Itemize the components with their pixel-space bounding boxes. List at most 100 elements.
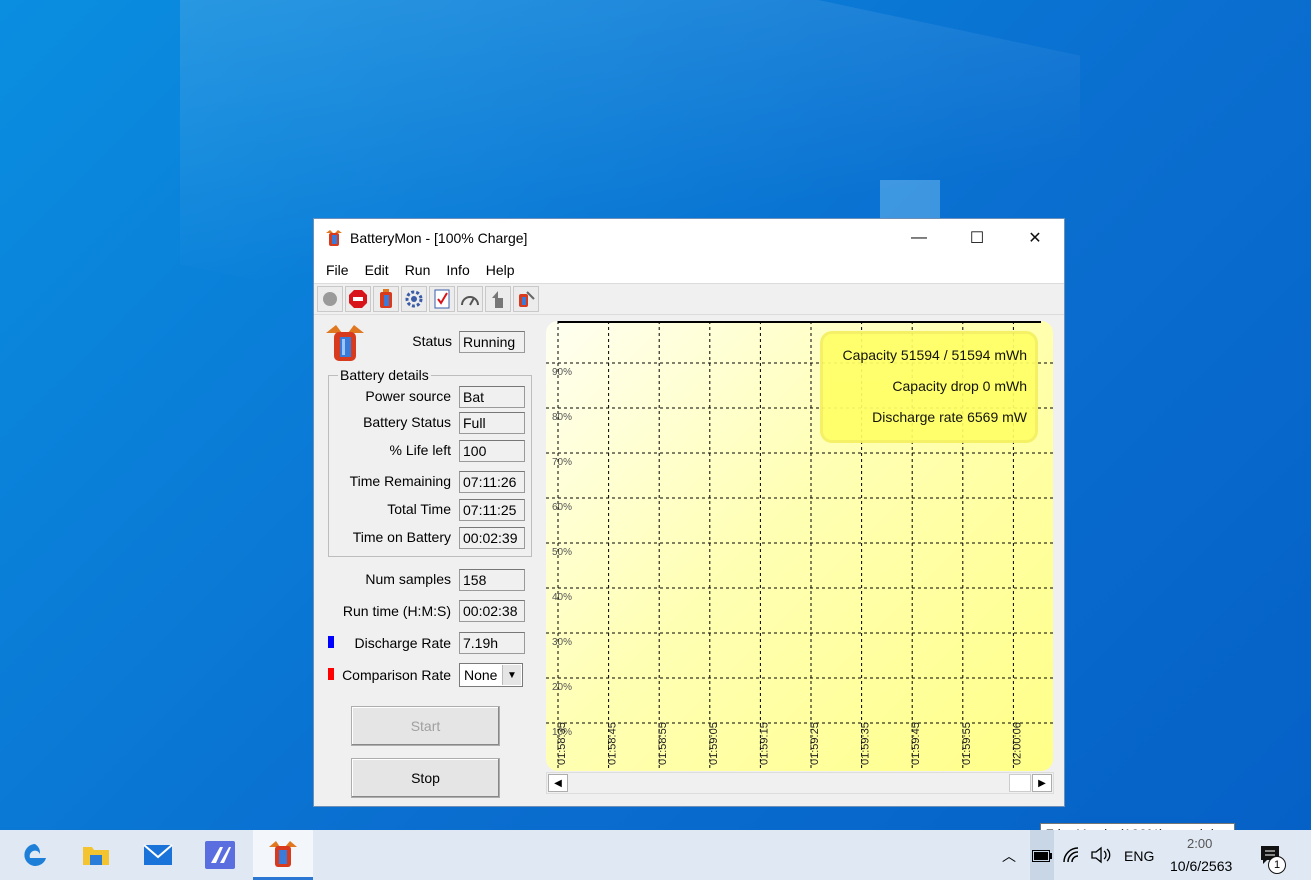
num-samples-field: 158	[459, 569, 525, 591]
battery-tray-icon	[1032, 850, 1052, 862]
chart-info-box: Capacity 51594 / 51594 mWh Capacity drop…	[820, 331, 1038, 443]
chevron-up-icon[interactable]: ︿	[1002, 846, 1016, 866]
x-tick-label: 01:59:15	[758, 722, 770, 765]
taskbar: ︿ ENG 2:00 10/6/2563 1	[0, 830, 1311, 880]
checklist-button[interactable]	[429, 286, 455, 312]
menu-file[interactable]: File	[318, 262, 357, 278]
num-samples-label: Num samples	[365, 571, 451, 587]
comparison-rate-label: Comparison Rate	[342, 667, 451, 683]
run-time-label: Run time (H:M:S)	[342, 603, 451, 619]
battery-info-button[interactable]	[373, 286, 399, 312]
toolbar	[314, 283, 1064, 315]
gauge-button[interactable]	[457, 286, 483, 312]
hand-icon	[492, 291, 503, 308]
batterymon-window: BatteryMon - [100% Charge] — ☐ ✕ File Ed…	[313, 218, 1065, 807]
batterymon-icon	[269, 840, 297, 867]
time-remaining-field: 07:11:26	[459, 471, 525, 493]
y-tick-label: 90%	[552, 367, 572, 378]
x-tick-label: 02:00:06	[1011, 722, 1023, 765]
app-icon	[205, 841, 235, 869]
scroll-left-button[interactable]: ◀	[548, 774, 568, 792]
time-on-battery-label: Time on Battery	[352, 529, 451, 545]
info-panel: Status Running Battery details Power sou…	[314, 317, 544, 807]
notification-count: 1	[1268, 856, 1286, 874]
y-tick-label: 70%	[552, 457, 572, 468]
checklist-icon	[434, 289, 450, 309]
capacity-drop-annotation: Capacity drop 0 mWh	[892, 378, 1027, 394]
status-field: Running	[459, 331, 525, 353]
y-tick-label: 80%	[552, 412, 572, 423]
x-tick-label: 01:59:35	[860, 722, 872, 765]
x-tick-label: 01:59:25	[809, 722, 821, 765]
settings-button[interactable]	[401, 286, 427, 312]
clock-date[interactable]: 10/6/2563	[1170, 858, 1232, 874]
total-time-label: Total Time	[387, 501, 451, 517]
scroll-right-button[interactable]: ▶	[1032, 774, 1052, 792]
comparison-rate-select[interactable]: None ▼	[459, 663, 523, 687]
life-left-field: 100	[459, 440, 525, 462]
y-tick-label: 20%	[552, 682, 572, 693]
menu-help[interactable]: Help	[478, 262, 523, 278]
life-left-label: % Life left	[389, 442, 451, 458]
discharge-rate-annotation: Discharge rate 6569 mW	[872, 409, 1027, 425]
battery-icon	[380, 289, 392, 308]
y-tick-label: 50%	[552, 547, 572, 558]
arrow-left-icon: ◀	[554, 777, 562, 789]
x-tick-label: 01:58:55	[657, 722, 669, 765]
battery-status-label: Battery Status	[363, 414, 451, 430]
y-tick-label: 30%	[552, 637, 572, 648]
taskbar-file-explorer[interactable]	[66, 830, 126, 880]
chevron-down-icon[interactable]: ▼	[502, 665, 521, 685]
menu-run[interactable]: Run	[397, 262, 439, 278]
scroll-thumb[interactable]	[1009, 774, 1031, 792]
clock-time[interactable]: 2:00	[1187, 836, 1212, 851]
comparison-rate-value: None	[464, 667, 498, 683]
taskbar-app[interactable]	[190, 830, 250, 880]
title-bar[interactable]: BatteryMon - [100% Charge] — ☐ ✕	[314, 219, 1064, 257]
tray-battery-button[interactable]	[1030, 830, 1054, 880]
stop-toolbar-button[interactable]	[345, 286, 371, 312]
settings-icon	[405, 290, 423, 308]
file-explorer-icon	[83, 847, 109, 865]
maximize-icon: ☐	[969, 230, 985, 247]
close-button[interactable]: ✕	[1006, 219, 1064, 257]
record-icon	[323, 292, 337, 306]
run-time-field: 00:02:38	[459, 600, 525, 622]
x-tick-label: 01:58:35	[556, 722, 568, 765]
discharge-rate-swatch	[328, 636, 334, 648]
close-icon: ✕	[1028, 230, 1042, 247]
discharge-rate-label: Discharge Rate	[354, 635, 452, 651]
menu-info[interactable]: Info	[438, 262, 477, 278]
stop-button[interactable]: Stop	[351, 758, 500, 798]
maximize-button[interactable]: ☐	[948, 219, 1006, 257]
minimize-button[interactable]: —	[890, 219, 948, 257]
time-on-battery-field: 00:02:39	[459, 527, 525, 549]
gauge-icon	[461, 296, 479, 306]
mail-icon	[143, 844, 173, 865]
network-icon[interactable]	[1062, 846, 1082, 867]
chart-scrollbar[interactable]: ◀ ▶	[546, 772, 1054, 794]
edge-icon	[24, 844, 46, 866]
battery-tools-button[interactable]	[513, 286, 539, 312]
stop-sign-icon	[349, 290, 367, 308]
comparison-rate-swatch	[328, 668, 334, 680]
window-title: BatteryMon - [100% Charge]	[350, 230, 528, 246]
input-language[interactable]: ENG	[1124, 848, 1154, 864]
taskbar-edge[interactable]	[5, 830, 65, 880]
start-button[interactable]: Start	[351, 706, 500, 746]
taskbar-batterymon[interactable]	[253, 830, 313, 880]
record-button[interactable]	[317, 286, 343, 312]
hand-button[interactable]	[485, 286, 511, 312]
status-label: Status	[412, 333, 452, 349]
x-tick-label: 01:58:45	[607, 722, 619, 765]
power-source-field: Bat	[459, 386, 525, 408]
total-time-field: 07:11:25	[459, 499, 525, 521]
x-tick-label: 01:59:05	[708, 722, 720, 765]
minimize-icon: —	[911, 229, 927, 246]
power-source-label: Power source	[365, 388, 451, 404]
volume-icon[interactable]	[1090, 846, 1112, 867]
taskbar-mail[interactable]	[128, 830, 188, 880]
action-center-button[interactable]: 1	[1259, 844, 1286, 874]
menu-edit[interactable]: Edit	[357, 262, 397, 278]
menu-bar: File Edit Run Info Help	[314, 257, 1064, 283]
